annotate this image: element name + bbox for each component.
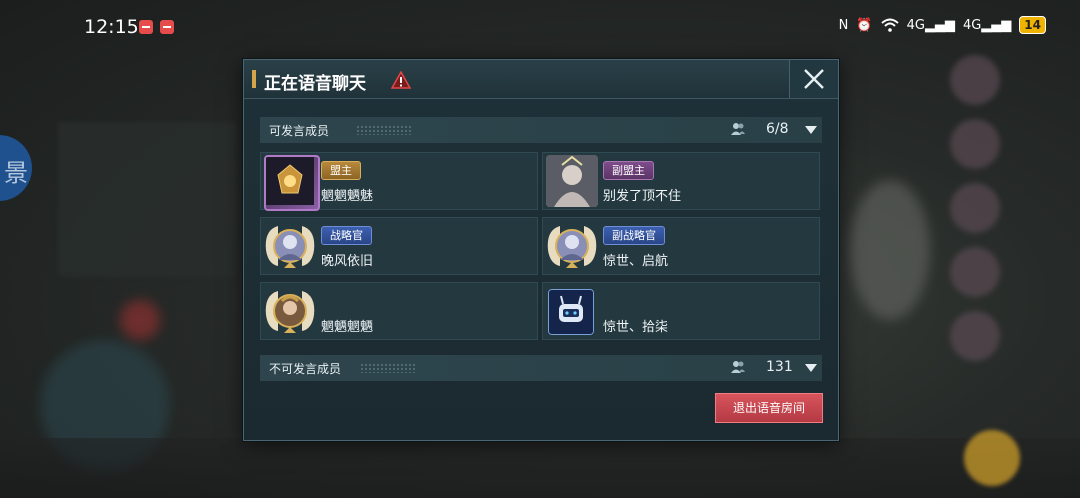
warning-icon[interactable] — [391, 71, 411, 89]
members-icon — [731, 361, 745, 373]
member-card[interactable]: 战略官 晚风依旧 — [260, 217, 538, 275]
battery-icon: 14 — [1019, 16, 1046, 34]
listeners-count: 131 — [766, 359, 793, 375]
member-name: 别发了顶不住 — [603, 189, 682, 204]
member-name: 惊世、启航 — [603, 254, 669, 269]
members-icon — [731, 123, 745, 135]
close-icon — [804, 69, 824, 89]
speakers-expand-toggle[interactable] — [800, 117, 822, 143]
avatar — [546, 220, 598, 272]
background-blob — [850, 180, 930, 320]
member-name: 惊世、拾柒 — [603, 320, 669, 335]
speakers-section-label: 可发言成员 — [269, 124, 330, 138]
member-card[interactable]: 魍魉魍魉 — [260, 282, 538, 340]
member-card[interactable]: 副战略官 惊世、启航 — [542, 217, 820, 275]
speakers-section-header[interactable]: 可发言成员 6/8 — [260, 117, 822, 143]
avatar — [264, 155, 320, 211]
background-bottom-bar — [0, 438, 1080, 498]
member-card[interactable]: 盟主 魍魍魉魅 — [260, 152, 538, 211]
listeners-section-header[interactable]: 不可发言成员 131 — [260, 355, 822, 381]
background-avatars — [950, 55, 1010, 385]
avatar — [264, 220, 316, 272]
notification-icon — [139, 20, 153, 34]
character-portrait-icon — [546, 155, 598, 207]
robot-avatar-icon — [549, 290, 593, 334]
alliance-emblem-icon — [266, 157, 314, 205]
voice-chat-dialog: 正在语音聊天 可发言成员 6/8 盟主 魍魍魉魅 副盟主 别发了顶不住 战略官 … — [243, 59, 839, 441]
avatar — [546, 155, 598, 207]
exit-voice-room-button[interactable]: 退出语音房间 — [715, 393, 823, 423]
section-decoration — [360, 363, 416, 373]
section-decoration — [356, 125, 412, 135]
chevron-down-icon — [805, 126, 817, 134]
winged-portrait-icon — [265, 226, 315, 268]
signal-icon: 4G▂▄▆ — [962, 17, 1012, 33]
side-tab[interactable]: 景 — [0, 135, 32, 201]
background-panel — [58, 122, 236, 277]
member-name: 魍魉魍魉 — [321, 320, 374, 335]
listeners-section-label: 不可发言成员 — [269, 362, 342, 376]
role-badge: 副盟主 — [603, 161, 654, 180]
wifi-icon — [880, 18, 899, 32]
network-type-label: 4G — [962, 17, 982, 33]
nfc-icon: N — [838, 17, 849, 33]
role-badge: 盟主 — [321, 161, 361, 180]
system-icons: N ⏰ 4G▂▄▆ 4G▂▄▆ 14 — [839, 16, 1046, 34]
signal-icon: 4G▂▄▆ — [906, 17, 955, 33]
dialog-header: 正在语音聊天 — [244, 60, 838, 99]
member-card[interactable]: 惊世、拾柒 — [542, 282, 820, 340]
avatar — [548, 289, 594, 335]
role-badge: 战略官 — [321, 226, 372, 245]
status-bar: 12:15 N ⏰ 4G▂▄▆ 4G▂▄▆ 14 — [0, 0, 1080, 52]
member-name: 魍魍魉魅 — [321, 189, 374, 204]
winged-portrait-icon — [265, 291, 315, 333]
alarm-icon: ⏰ — [856, 17, 873, 33]
speakers-count: 6/8 — [766, 121, 789, 137]
winged-portrait-icon — [547, 226, 597, 268]
background-blob — [120, 300, 160, 340]
title-accent — [252, 70, 256, 88]
role-badge: 副战略官 — [603, 226, 665, 245]
member-name: 晚风依旧 — [321, 254, 374, 269]
listeners-expand-toggle[interactable] — [800, 355, 822, 381]
notification-icon — [160, 20, 174, 34]
avatar — [264, 285, 316, 337]
member-card[interactable]: 副盟主 别发了顶不住 — [542, 152, 820, 210]
dialog-title: 正在语音聊天 — [264, 74, 366, 94]
network-type-label: 4G — [906, 17, 925, 33]
side-tab-label: 景 — [4, 159, 28, 187]
background-action-button — [964, 430, 1020, 486]
clock: 12:15 — [84, 16, 139, 38]
chevron-down-icon — [805, 364, 817, 372]
close-button[interactable] — [789, 60, 838, 98]
